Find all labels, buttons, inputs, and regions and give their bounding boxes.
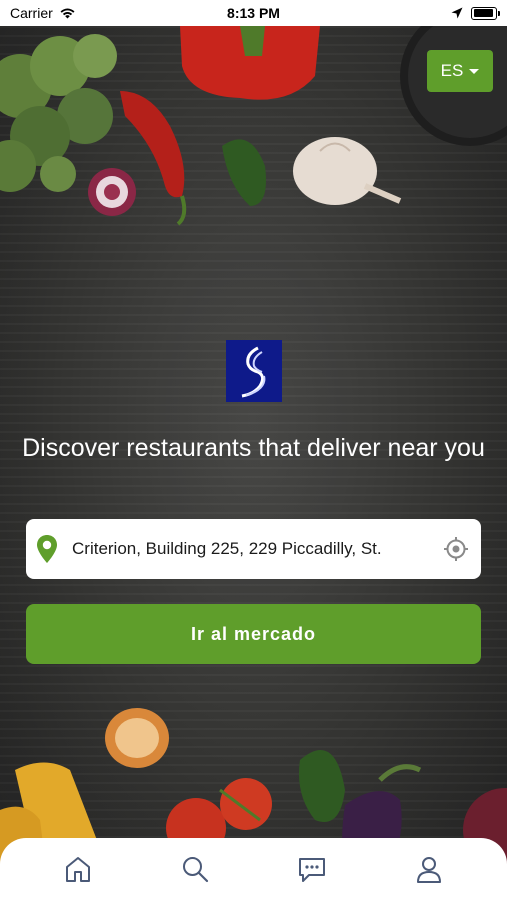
battery-level <box>473 9 494 17</box>
battery-icon <box>471 6 500 20</box>
search-icon <box>183 857 209 883</box>
language-dropdown[interactable]: ES <box>427 50 493 92</box>
caret-down-icon <box>469 68 480 74</box>
address-value: Criterion, Building 225, 229 Piccadilly,… <box>72 539 382 558</box>
location-arrow-icon <box>451 7 463 19</box>
tab-messages[interactable] <box>282 844 342 894</box>
app-logo <box>226 340 282 402</box>
profile-icon <box>416 857 441 883</box>
status-right <box>451 6 500 20</box>
current-location-icon[interactable] <box>443 536 469 562</box>
language-label: ES <box>440 61 464 80</box>
home-icon <box>66 857 91 882</box>
tab-profile[interactable] <box>399 844 459 894</box>
status-bar: Carrier 8:13 PM <box>0 0 507 26</box>
chat-icon <box>298 858 325 882</box>
wifi-icon <box>60 8 75 19</box>
tagline: Discover restaurants that deliver near y… <box>22 434 485 462</box>
go-to-market-button[interactable]: Ir al mercado <box>26 604 481 664</box>
status-time: 8:13 PM <box>227 5 280 21</box>
address-input[interactable]: Criterion, Building 225, 229 Piccadilly,… <box>26 519 481 579</box>
tab-search[interactable] <box>165 844 225 894</box>
logo-mark <box>241 346 266 398</box>
carrier-label: Carrier <box>10 5 53 21</box>
status-left: Carrier <box>10 5 76 21</box>
tab-home[interactable] <box>48 844 108 894</box>
map-pin-icon <box>37 535 57 563</box>
tab-bar <box>0 838 507 900</box>
